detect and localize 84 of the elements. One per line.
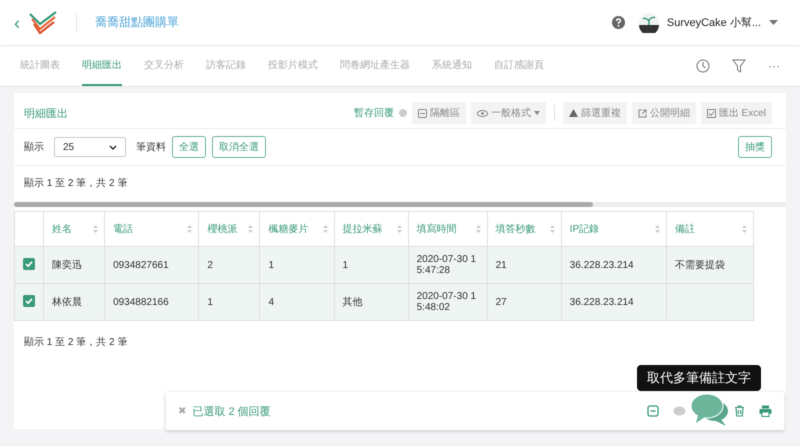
summary-text: 顯示 1 至 2 筆，共 2 筆	[23, 336, 128, 350]
scroll-bar[interactable]	[14, 202, 786, 207]
panel-title: 明細匯出	[24, 106, 68, 120]
external-link-icon	[638, 108, 647, 118]
sort-icon[interactable]	[742, 225, 747, 233]
minus-square-icon	[418, 108, 427, 118]
print-icon[interactable]	[759, 405, 772, 417]
table-cell: 36.228.23.214	[570, 296, 634, 308]
toolbar-button[interactable]: 篩選重複	[562, 102, 627, 124]
column-header[interactable]: 楓糖麥片	[260, 212, 334, 246]
toolbar-button[interactable]: 公開明細	[632, 102, 696, 124]
clock-icon[interactable]	[696, 59, 710, 73]
sort-icon[interactable]	[476, 225, 481, 233]
warning-icon	[568, 109, 578, 117]
tab[interactable]: 交叉分析	[144, 46, 184, 86]
tab[interactable]: 訪客記錄	[206, 46, 246, 86]
speech-bubbles-icon[interactable]	[690, 393, 730, 427]
row-checkbox[interactable]	[23, 258, 35, 270]
toolbar-button[interactable]: 一般格式	[470, 102, 546, 124]
table-cell: 0934882166	[113, 296, 169, 308]
sort-icon[interactable]	[248, 225, 254, 233]
table-cell: 不需要提袋	[674, 260, 725, 271]
table-cell: 其他	[342, 297, 363, 308]
draw-button[interactable]: 抽獎	[738, 136, 772, 158]
tab[interactable]: 問卷網址產生器	[340, 46, 410, 86]
table-cell: 2	[207, 260, 213, 270]
select-all-button[interactable]: 全選	[172, 136, 206, 158]
tab[interactable]: 統計圖表	[20, 46, 60, 86]
column-header[interactable]: IP記錄	[561, 212, 666, 246]
eye-icon	[476, 110, 488, 116]
column-header[interactable]: 櫻桃派	[198, 212, 260, 246]
table-cell: 林依晨	[52, 297, 82, 308]
summary-text: 顯示 1 至 2 筆，共 2 筆	[23, 176, 128, 191]
show-label: 顯示	[24, 140, 44, 154]
rows-label: 筆資料	[136, 140, 166, 154]
filter-icon[interactable]	[732, 59, 746, 73]
table-cell: 2020-07-30 15:48:02	[416, 291, 476, 313]
table-cell: 27	[496, 296, 507, 308]
back-button[interactable]: ‹	[14, 14, 20, 32]
sort-icon[interactable]	[396, 225, 402, 233]
table-cell: 2020-07-30 15:47:28	[416, 254, 476, 276]
column-header[interactable]: 姓名	[44, 212, 105, 246]
table-cell: 4	[268, 296, 274, 308]
deselect-all-button[interactable]: 取消全選	[212, 136, 266, 158]
user-name[interactable]: SurveyCake 小幫...	[666, 15, 761, 30]
save-draft-link[interactable]: 暫存回覆	[354, 106, 394, 120]
column-header[interactable]: 備註	[666, 212, 754, 246]
caret-icon	[534, 111, 540, 115]
logo-icon	[28, 10, 58, 36]
column-header[interactable]: 填寫時間	[408, 212, 488, 246]
column-header[interactable]: 提拉米蘇	[334, 212, 408, 246]
more-button[interactable]: ···	[768, 59, 780, 73]
chevron-down-icon	[109, 144, 117, 150]
table-cell: 36.228.23.214	[570, 260, 634, 270]
avatar-icon[interactable]	[638, 12, 659, 32]
column-header[interactable]: 填答秒數	[487, 212, 562, 246]
tab[interactable]: 明細匯出	[82, 46, 122, 86]
table-cell: 1	[268, 260, 274, 270]
row-checkbox[interactable]	[23, 295, 35, 307]
toolbar-button[interactable]: 隔離區	[412, 102, 466, 124]
page-size-select[interactable]: 25	[54, 137, 126, 157]
survey-title: 喬喬甜點團購單	[95, 14, 179, 31]
sort-icon[interactable]	[654, 225, 660, 233]
table-cell: 陳奕迅	[52, 260, 82, 271]
caret-icon[interactable]	[769, 20, 778, 25]
table-cell: 0934827661	[113, 260, 169, 270]
trash-icon[interactable]	[734, 405, 745, 417]
column-header[interactable]: 電話	[104, 212, 199, 246]
checkbox-icon	[706, 108, 716, 118]
sort-icon[interactable]	[187, 225, 192, 233]
close-button[interactable]: ✖	[178, 406, 186, 416]
tab[interactable]: 投影片模式	[268, 46, 318, 86]
tooltip: 取代多筆備註文字	[637, 365, 761, 391]
table-cell: 21	[496, 260, 507, 270]
sort-icon[interactable]	[93, 225, 98, 233]
toolbar-button[interactable]: 匯出 Excel	[700, 102, 772, 124]
tab[interactable]: 系統通知	[432, 46, 472, 86]
table-cell: 1	[207, 296, 213, 308]
sort-icon[interactable]	[322, 225, 328, 233]
tab[interactable]: 自訂感謝頁	[494, 46, 544, 86]
table-cell: 1	[342, 260, 348, 270]
selection-count: 已選取 2 個回覆	[192, 404, 271, 418]
sort-icon[interactable]	[550, 225, 555, 233]
collapse-icon[interactable]	[647, 405, 659, 417]
